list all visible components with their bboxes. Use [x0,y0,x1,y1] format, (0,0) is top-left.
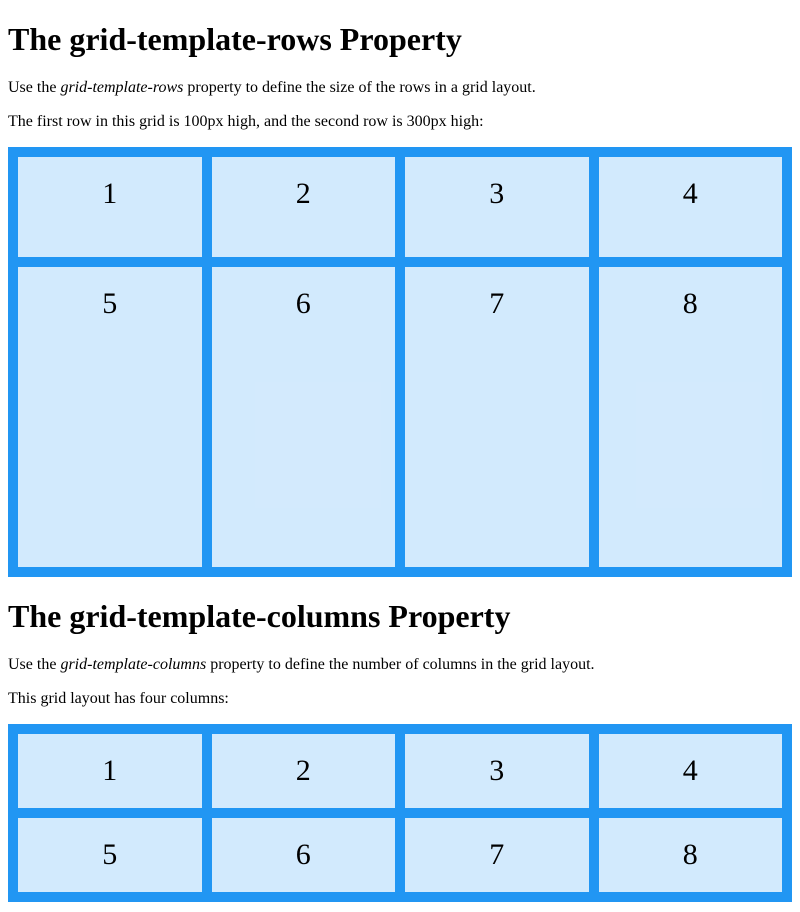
grid-example-rows: 1 2 3 4 5 6 7 8 [8,147,792,577]
grid-cell: 6 [212,267,396,567]
grid-cell: 4 [599,157,783,257]
grid-cell: 1 [18,734,202,808]
property-name-emphasis: grid-template-columns [60,656,206,673]
text-fragment: property to define the number of columns… [206,656,594,673]
grid-cell: 8 [599,818,783,892]
grid-cell: 5 [18,818,202,892]
description-paragraph-rows: The first row in this grid is 100px high… [8,113,792,131]
property-name-emphasis: grid-template-rows [60,79,183,96]
grid-cell: 3 [405,157,589,257]
description-paragraph-columns: This grid layout has four columns: [8,690,792,708]
grid-cell: 6 [212,818,396,892]
grid-cell: 5 [18,267,202,567]
text-fragment: property to define the size of the rows … [183,79,535,96]
grid-cell: 3 [405,734,589,808]
section-heading-columns: The grid-template-columns Property [8,598,792,635]
grid-cell: 4 [599,734,783,808]
grid-cell: 7 [405,267,589,567]
grid-cell: 8 [599,267,783,567]
grid-cell: 2 [212,734,396,808]
grid-cell: 1 [18,157,202,257]
grid-cell: 7 [405,818,589,892]
grid-cell: 2 [212,157,396,257]
grid-example-columns: 1 2 3 4 5 6 7 8 [8,724,792,902]
section-heading-rows: The grid-template-rows Property [8,21,792,58]
text-fragment: Use the [8,656,60,673]
intro-paragraph-columns: Use the grid-template-columns property t… [8,656,792,674]
intro-paragraph-rows: Use the grid-template-rows property to d… [8,79,792,97]
text-fragment: Use the [8,79,60,96]
